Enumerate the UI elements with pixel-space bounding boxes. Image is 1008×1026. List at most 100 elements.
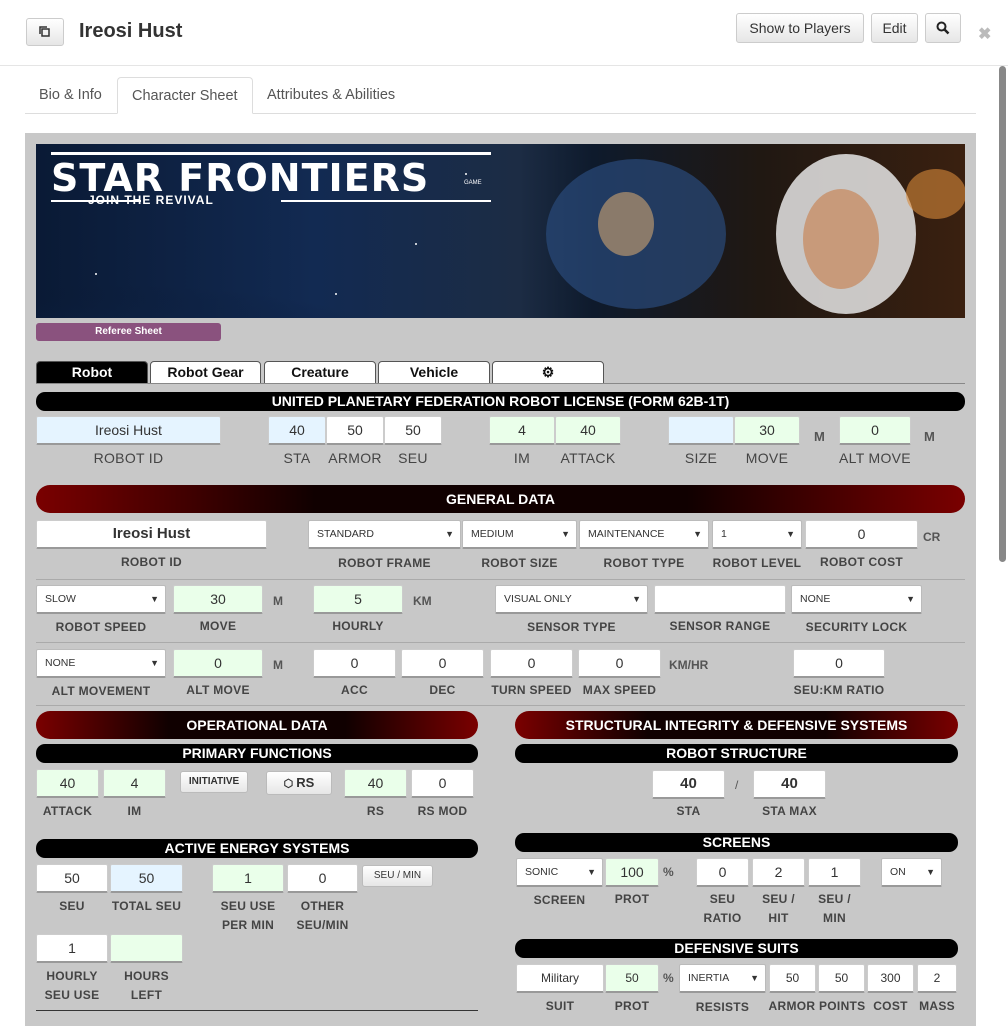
op-seu[interactable]: 50 (36, 864, 108, 893)
tab-character-sheet[interactable]: Character Sheet (117, 77, 253, 114)
search-button[interactable] (925, 13, 961, 43)
license-robot-id-label: ROBOT ID (93, 450, 164, 466)
tab-robot[interactable]: Robot (36, 361, 148, 384)
screen-prot[interactable]: 100 (605, 858, 659, 887)
seu-min-input[interactable]: 1 (808, 858, 861, 887)
general-hourly[interactable]: 5 (313, 585, 403, 614)
license-alt-move-unit: M (924, 429, 935, 444)
robot-speed-label: ROBOT SPEED (55, 620, 147, 634)
search-icon (936, 21, 950, 35)
robot-type-select[interactable]: MAINTENANCE (579, 520, 709, 549)
license-move[interactable]: 30 (734, 416, 800, 445)
seu-min-label-1: SEU / (818, 892, 851, 906)
total-seu-label: TOTAL SEU (111, 899, 182, 913)
sheet-tabs: Bio & Info Character Sheet Attributes & … (25, 77, 976, 114)
other-seu-min[interactable]: 0 (287, 864, 358, 893)
scrollbar[interactable] (999, 66, 1006, 562)
sensor-range-label: SENSOR RANGE (669, 619, 771, 633)
structure-sta-max-label: STA MAX (762, 804, 817, 818)
seu-ratio-input[interactable]: 0 (696, 858, 749, 887)
suit-mass[interactable]: 2 (917, 964, 957, 993)
initiative-button[interactable]: INITIATIVE (180, 771, 248, 793)
total-seu[interactable]: 50 (110, 864, 183, 893)
suit-input[interactable]: Military (516, 964, 604, 993)
hours-left[interactable] (110, 934, 183, 963)
sensor-type-select[interactable]: VISUAL ONLY (495, 585, 648, 614)
op-attack[interactable]: 40 (36, 769, 99, 798)
robot-frame-select[interactable]: STANDARD (308, 520, 461, 549)
general-alt-move[interactable]: 0 (173, 649, 263, 678)
suit-cost[interactable]: 300 (867, 964, 914, 993)
armor-points-1[interactable]: 50 (769, 964, 816, 993)
structure-sta-max[interactable]: 40 (753, 770, 826, 799)
robot-size-select[interactable]: MEDIUM (462, 520, 577, 549)
dialog-header: Ireosi Hust Show to Players Edit ✖ (0, 0, 1008, 66)
popout-button[interactable] (26, 18, 64, 46)
acc-input[interactable]: 0 (313, 649, 396, 678)
tab-vehicle[interactable]: Vehicle (378, 361, 490, 384)
license-sta[interactable]: 40 (268, 416, 326, 445)
screen-prot-label: PROT (614, 892, 650, 906)
alt-movement-label: ALT MOVEMENT (51, 684, 151, 698)
general-move[interactable]: 30 (173, 585, 263, 614)
security-lock-select[interactable]: NONE (791, 585, 922, 614)
tab-creature[interactable]: Creature (264, 361, 376, 384)
license-seu[interactable]: 50 (384, 416, 442, 445)
dec-input[interactable]: 0 (401, 649, 484, 678)
max-speed-input[interactable]: 0 (578, 649, 661, 678)
resists-select[interactable]: INERTIA (679, 964, 766, 993)
seu-hit-label-2: HIT (768, 911, 789, 925)
suit-cost-label: COST (873, 999, 908, 1013)
primary-functions-title: PRIMARY FUNCTIONS (36, 744, 478, 763)
license-alt-move[interactable]: 0 (839, 416, 911, 445)
tab-attributes-abilities[interactable]: Attributes & Abilities (253, 77, 409, 114)
op-rs-mod[interactable]: 0 (411, 769, 474, 798)
rs-roll-button[interactable]: ⬡ RS (266, 771, 332, 795)
tab-settings[interactable]: ⚙ (492, 361, 604, 384)
screen-label: SCREEN (533, 893, 586, 907)
license-sta-label: STA (283, 450, 311, 466)
hours-left-label-2: LEFT (130, 988, 163, 1002)
tab-bio-info[interactable]: Bio & Info (25, 77, 116, 114)
turn-speed-input[interactable]: 0 (490, 649, 573, 678)
suit-prot[interactable]: 50 (605, 964, 659, 993)
structure-sta[interactable]: 40 (652, 770, 725, 799)
op-seu-label: SEU (59, 899, 85, 913)
alt-movement-select[interactable]: NONE (36, 649, 166, 678)
screen-select[interactable]: SONIC (516, 858, 603, 887)
seu-hit-input[interactable]: 2 (752, 858, 805, 887)
robot-cost-input[interactable]: 0 (805, 520, 918, 549)
robot-level-select[interactable]: 1 (712, 520, 802, 549)
suit-prot-label: PROT (614, 999, 650, 1013)
license-armor[interactable]: 50 (326, 416, 384, 445)
general-alt-move-unit: M (273, 658, 283, 672)
license-attack[interactable]: 40 (555, 416, 621, 445)
seu-km-input[interactable]: 0 (793, 649, 885, 678)
license-im[interactable]: 4 (489, 416, 555, 445)
referee-sheet-button[interactable]: Referee Sheet (36, 323, 221, 341)
armor-points-2[interactable]: 50 (818, 964, 865, 993)
seu-use-per-min[interactable]: 1 (212, 864, 284, 893)
robot-speed-select[interactable]: SLOW (36, 585, 166, 614)
license-size[interactable] (668, 416, 734, 445)
suit-label: SUIT (545, 999, 575, 1013)
suit-prot-pct: % (663, 971, 674, 985)
close-icon[interactable]: ✖ (978, 24, 991, 44)
hourly-seu-use[interactable]: 1 (36, 934, 108, 963)
seu-min-button[interactable]: SEU / MIN (362, 865, 433, 887)
show-to-players-button[interactable]: Show to Players (736, 13, 864, 43)
robot-size-label: ROBOT SIZE (481, 556, 558, 570)
op-im[interactable]: 4 (103, 769, 166, 798)
operational-data-title: OPERATIONAL DATA (36, 711, 478, 739)
license-robot-id[interactable]: Ireosi Hust (36, 416, 221, 445)
tab-robot-gear[interactable]: Robot Gear (150, 361, 261, 384)
license-size-label: SIZE (684, 450, 718, 466)
general-hourly-label: HOURLY (332, 619, 384, 633)
general-robot-id[interactable]: Ireosi Hust (36, 520, 267, 549)
page-title: Ireosi Hust (79, 20, 183, 42)
op-rs[interactable]: 40 (344, 769, 407, 798)
defensive-suits-title: DEFENSIVE SUITS (515, 939, 958, 958)
screen-on-select[interactable]: ON (881, 858, 942, 887)
edit-button[interactable]: Edit (871, 13, 918, 43)
sensor-range-input[interactable] (654, 585, 786, 614)
